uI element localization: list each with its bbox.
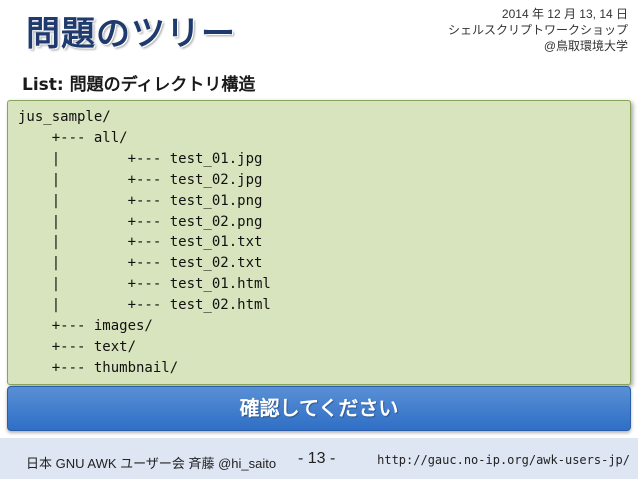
code-line: | +--- test_01.txt	[18, 234, 263, 251]
slide-title: 問題のツリー	[26, 14, 236, 54]
slide-footer: 日本 GNU AWK ユーザー会 斉藤 @hi_saito - 13 - htt…	[0, 438, 638, 479]
code-line: | +--- test_01.jpg	[18, 150, 263, 167]
page-number: - 13 -	[298, 450, 336, 467]
event-name: シェルスクリプトワークショップ	[447, 23, 628, 37]
code-line: +--- text/	[18, 338, 137, 355]
event-venue: @鳥取環境大学	[543, 39, 628, 53]
code-line: +--- images/	[18, 318, 153, 335]
code-line: | +--- test_02.txt	[18, 255, 263, 272]
code-line: | +--- test_01.html	[18, 276, 271, 293]
directory-tree-code-block: jus_sample/ +--- all/ | +--- test_01.jpg…	[7, 100, 631, 385]
code-line: | +--- test_02.png	[18, 213, 263, 230]
list-caption: List: 問題のディレクトリ構造	[22, 75, 256, 95]
event-info: 2014 年 12 月 13, 14 日 シェルスクリプトワークショップ @鳥取…	[398, 6, 628, 54]
event-date: 2014 年 12 月 13, 14 日	[501, 7, 628, 21]
code-line: | +--- test_01.png	[18, 192, 263, 209]
code-line: | +--- test_02.jpg	[18, 171, 263, 188]
code-line: | +--- test_02.html	[18, 297, 271, 314]
footer-url: http://gauc.no-ip.org/awk-users-jp/	[377, 453, 630, 467]
code-line: +--- all/	[18, 129, 128, 146]
footer-author: 日本 GNU AWK ユーザー会 斉藤 @hi_saito	[26, 456, 277, 471]
confirm-banner: 確認してください	[7, 386, 631, 431]
code-line: jus_sample/	[18, 109, 111, 125]
code-line: +--- thumbnail/	[18, 359, 179, 376]
